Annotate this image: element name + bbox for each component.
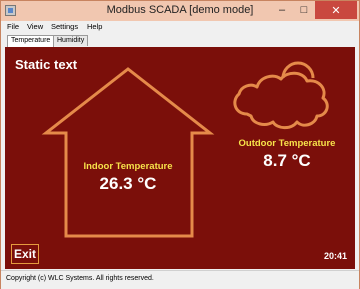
maximize-button[interactable]: □: [293, 1, 315, 19]
scada-screen: Static text Indoor Temperature 26.3 °C O…: [5, 47, 355, 269]
maximize-icon: □: [300, 4, 308, 16]
outdoor-temperature-value: 8.7 °C: [263, 151, 311, 170]
status-text: Copyright (c) WLC Systems. All rights re…: [6, 275, 154, 282]
menu-settings[interactable]: Settings: [51, 22, 78, 31]
menu-view[interactable]: View: [27, 22, 43, 31]
minimize-button[interactable]: –: [271, 1, 293, 19]
app-window: Modbus SCADA [demo mode] – □ ✕ File View…: [0, 0, 360, 289]
tab-bar: Temperature Humidity: [1, 34, 359, 47]
menu-help[interactable]: Help: [87, 22, 102, 31]
menu-bar: File View Settings Help: [1, 21, 359, 34]
minimize-icon: –: [278, 4, 286, 16]
menu-file[interactable]: File: [7, 22, 19, 31]
close-icon: ✕: [331, 4, 341, 17]
outdoor-temperature-label: Outdoor Temperature: [238, 138, 336, 149]
title-bar[interactable]: Modbus SCADA [demo mode] – □ ✕: [1, 1, 359, 21]
house-icon: [41, 67, 215, 238]
indoor-temperature-value: 26.3 °C: [99, 174, 157, 193]
close-button[interactable]: ✕: [315, 1, 357, 19]
status-bar: Copyright (c) WLC Systems. All rights re…: [1, 270, 359, 289]
exit-button[interactable]: Exit: [11, 244, 40, 264]
clock: 20:41: [323, 251, 347, 261]
indoor-temperature-label: Indoor Temperature: [83, 161, 173, 172]
tab-humidity[interactable]: Humidity: [53, 35, 89, 46]
cloud-icon: [233, 71, 329, 130]
tab-temperature[interactable]: Temperature: [7, 35, 55, 47]
